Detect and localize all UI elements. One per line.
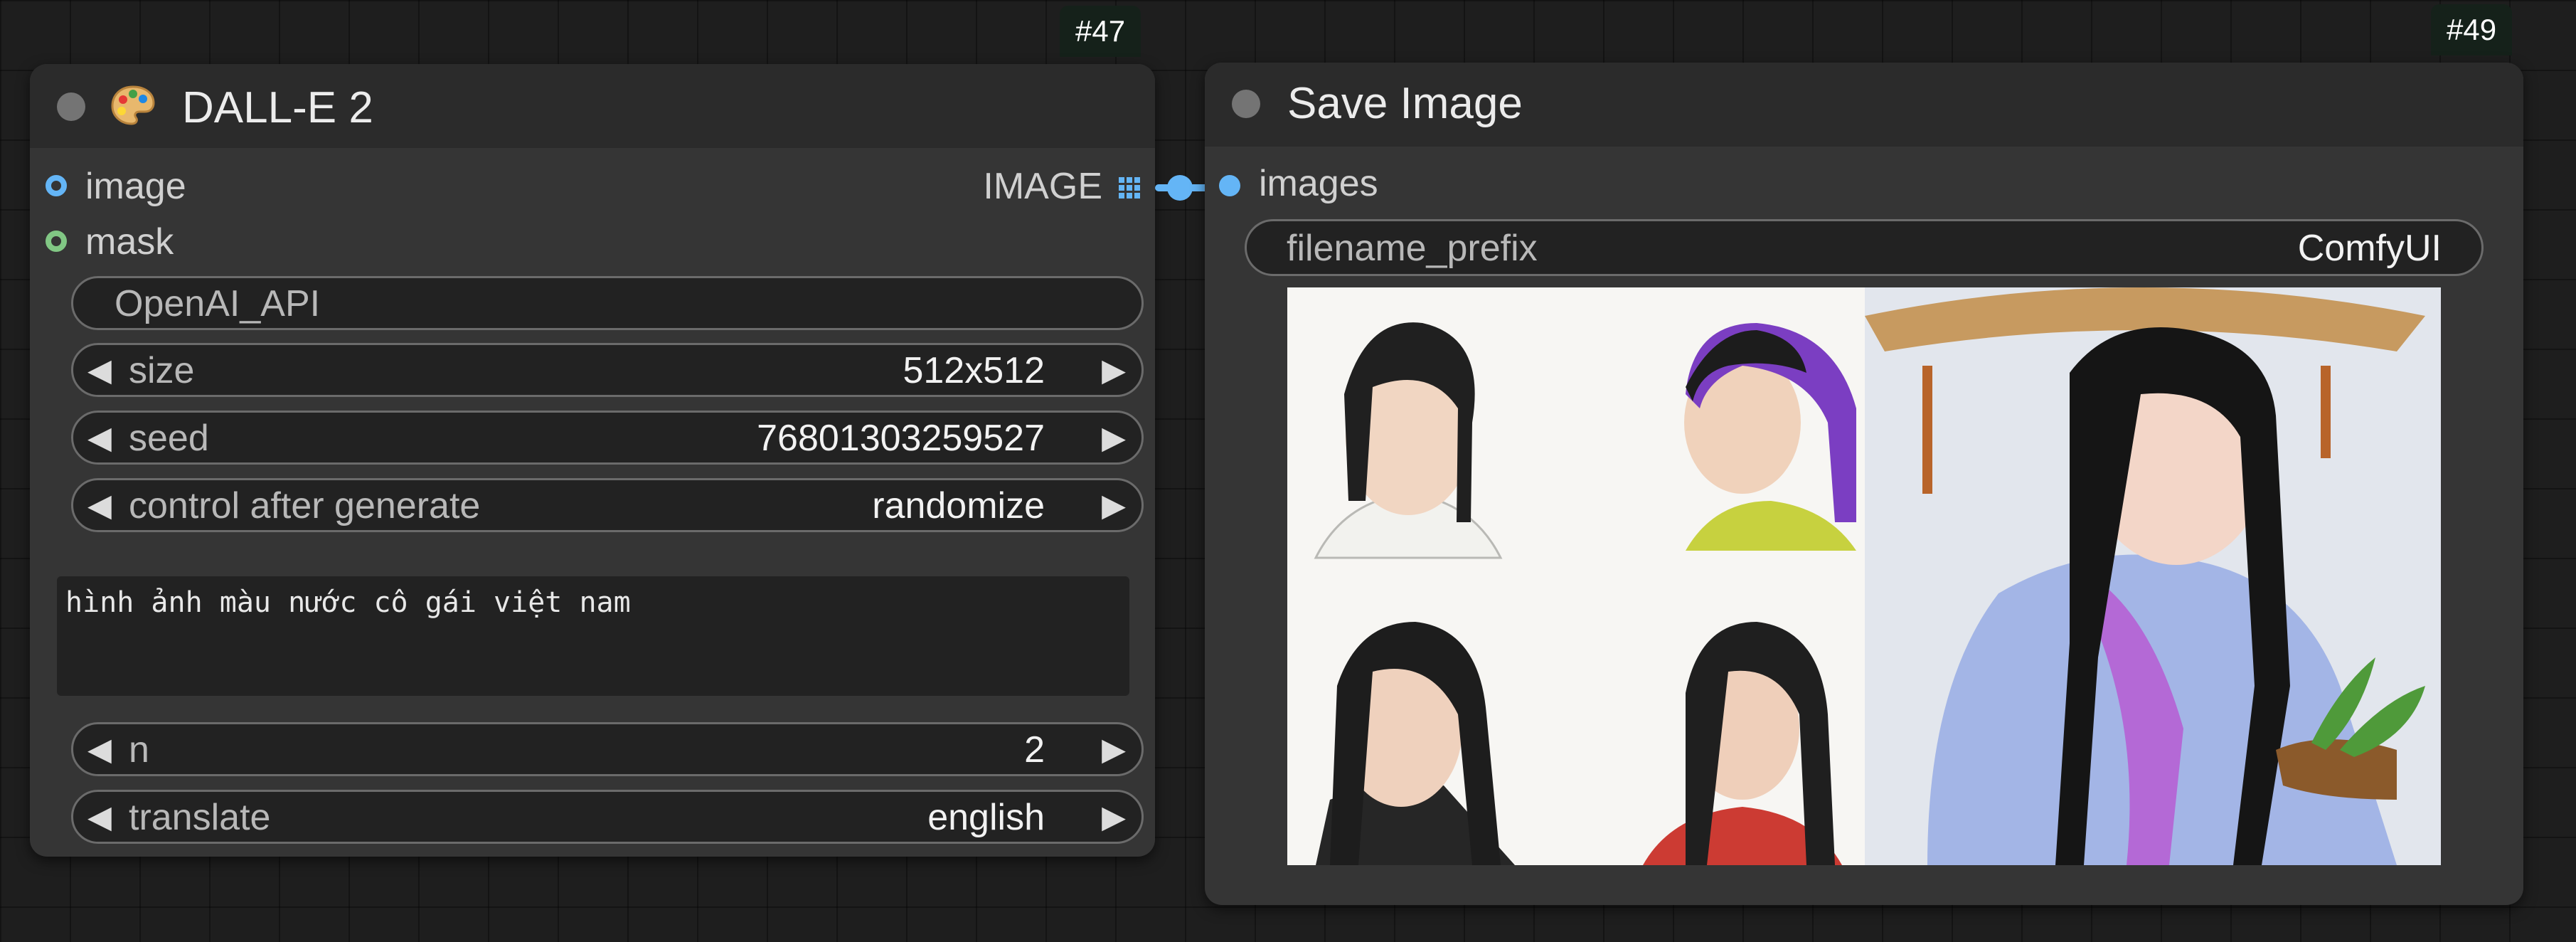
filename-prefix-value: ComfyUI <box>2297 228 2442 269</box>
image-preview[interactable] <box>1287 287 2441 865</box>
input-slot-mask[interactable] <box>46 231 67 252</box>
decrement-arrow-icon[interactable]: ◀ <box>87 487 112 524</box>
collapse-dot[interactable] <box>57 92 85 121</box>
n-label: n <box>129 729 149 771</box>
output-label-image: IMAGE <box>983 166 1102 207</box>
size-combo[interactable]: ◀ size 512x512 ▶ <box>71 343 1144 397</box>
node-id-badge: #49 <box>2431 4 2513 55</box>
increment-arrow-icon[interactable]: ▶ <box>1102 420 1126 457</box>
seed-label: seed <box>129 418 209 459</box>
n-number[interactable]: ◀ n 2 ▶ <box>71 722 1144 776</box>
translate-combo[interactable]: ◀ translate english ▶ <box>71 790 1144 844</box>
decrement-arrow-icon[interactable]: ◀ <box>87 799 112 836</box>
palette-icon <box>110 84 156 130</box>
filename-prefix-field[interactable]: filename_prefix ComfyUI <box>1245 219 2484 276</box>
n-value: 2 <box>1024 729 1045 771</box>
control-after-generate-combo[interactable]: ◀ control after generate randomize ▶ <box>71 478 1144 532</box>
increment-arrow-icon[interactable]: ▶ <box>1102 799 1126 836</box>
decrement-arrow-icon[interactable]: ◀ <box>87 352 112 389</box>
input-label-image: image <box>85 166 186 207</box>
node-title: Save Image <box>1287 79 1523 128</box>
seed-value: 76801303259527 <box>757 418 1045 459</box>
save-node-title-bar[interactable]: Save Image <box>1205 63 2523 147</box>
translate-value: english <box>927 797 1045 838</box>
dalle-node-title-bar[interactable]: DALL-E 2 <box>30 64 1155 148</box>
increment-arrow-icon[interactable]: ▶ <box>1102 487 1126 524</box>
input-label-images: images <box>1259 163 1378 204</box>
dalle-node[interactable]: DALL-E 2 image mask IMAGE OpenAI_API ◀ s… <box>30 64 1155 857</box>
decrement-arrow-icon[interactable]: ◀ <box>87 420 112 457</box>
decrement-arrow-icon[interactable]: ◀ <box>87 731 112 768</box>
input-label-mask: mask <box>85 221 174 263</box>
save-image-node[interactable]: Save Image images filename_prefix ComfyU… <box>1205 63 2523 905</box>
prompt-textarea[interactable]: hình ảnh màu nước cô gái việt nam <box>57 576 1129 696</box>
filename-prefix-label: filename_prefix <box>1287 228 1538 269</box>
increment-arrow-icon[interactable]: ▶ <box>1102 731 1126 768</box>
node-id-badge: #47 <box>1060 6 1141 57</box>
api-key-value: OpenAI_API <box>115 283 321 324</box>
increment-arrow-icon[interactable]: ▶ <box>1102 352 1126 389</box>
link-midpoint-dot[interactable] <box>1167 175 1193 201</box>
grid-icon[interactable] <box>1118 176 1141 203</box>
preview-image-graphic <box>1287 287 2441 865</box>
collapse-dot[interactable] <box>1232 90 1260 118</box>
size-label: size <box>129 350 195 391</box>
input-slot-images[interactable] <box>1219 175 1240 196</box>
node-title: DALL-E 2 <box>182 83 373 132</box>
translate-label: translate <box>129 797 271 838</box>
size-value: 512x512 <box>903 350 1045 391</box>
seed-number[interactable]: ◀ seed 76801303259527 ▶ <box>71 411 1144 465</box>
api-key-field[interactable]: OpenAI_API <box>71 276 1144 330</box>
control-after-generate-value: randomize <box>872 485 1045 526</box>
input-slot-image[interactable] <box>46 175 67 196</box>
control-after-generate-label: control after generate <box>129 485 481 526</box>
